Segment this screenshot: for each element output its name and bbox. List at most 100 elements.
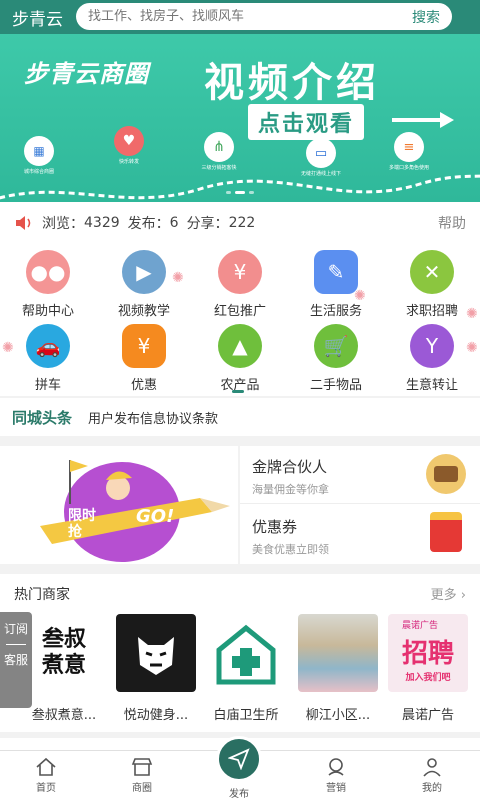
merchant-name: 白庙卫生所 (213, 708, 279, 723)
search-box[interactable]: 搜索 (76, 3, 452, 30)
shares-count: 222 (228, 215, 256, 231)
chat-icon: ●● (26, 250, 70, 294)
posts-label: 发布： (127, 216, 170, 232)
merchant-card[interactable]: 晨诺广告 招聘 加入我们吧 晨诺广告 (388, 614, 468, 723)
merchant-thumb-photo (298, 614, 378, 692)
banner-node: ⋔ 三级分销拓客快 (194, 132, 244, 171)
flash-sale-illustration (40, 460, 230, 562)
headline-tag: 同城头条 (12, 408, 73, 427)
marketing-icon (328, 758, 344, 776)
tab-mine[interactable]: 我的 (402, 751, 462, 794)
clinic-logo-icon (216, 624, 276, 685)
banner-node: ▭ 无缝打通线上线下 (296, 138, 346, 177)
grid-item-life-service[interactable]: ✎ 生活服务 (288, 250, 384, 319)
broom-icon: ✎ (314, 250, 358, 294)
merchant-card[interactable]: 叁叔煮意 叁叔煮意... (24, 614, 104, 723)
server-icon: ≡ (394, 132, 424, 162)
help-link[interactable]: 帮助 (438, 213, 466, 233)
network-icon: ⋔ (204, 132, 234, 162)
ticket-icon: ¥ (122, 324, 166, 368)
merchant-thumb: 叁叔煮意 (24, 614, 104, 692)
app-title: 步青云 (12, 9, 63, 30)
banner-node: ≡ 多端口多角色使用 (384, 132, 434, 171)
merchants-title: 热门商家 (14, 587, 70, 603)
merchant-name: 柳江小区... (305, 708, 371, 723)
shares-label: 分享： (186, 216, 229, 232)
grid-item-business-transfer[interactable]: Y 生意转让 (384, 324, 480, 393)
grid-item-carpool[interactable]: 🚗 拼车 (0, 324, 96, 393)
flash-sale-banner[interactable]: 限时抢 GO! (0, 446, 238, 564)
merchant-thumb (116, 614, 196, 692)
tab-marketing[interactable]: 营销 (306, 751, 366, 794)
coupon-card[interactable]: 优惠券 美食优惠立即领 (240, 506, 480, 564)
merchant-thumb (206, 614, 286, 692)
carousel-dot[interactable] (226, 191, 231, 194)
carousel-dot-active[interactable] (235, 191, 245, 194)
merchant-name: 悦动健身... (123, 708, 189, 723)
promo-right: 金牌合伙人 海量佣金等你拿 优惠券 美食优惠立即领 (240, 446, 480, 564)
tab-publish-label[interactable]: 发布 (209, 785, 269, 800)
merchant-thumb: 晨诺广告 招聘 加入我们吧 (388, 614, 468, 692)
carousel-dot[interactable] (249, 191, 254, 194)
headline-text[interactable]: 用户发布信息协议条款 (88, 408, 218, 427)
monitor-icon: ▭ (306, 138, 336, 168)
search-input[interactable] (88, 9, 412, 24)
video-banner[interactable]: 步青云商圈 视频介绍 点击观看 ▦ 城市综合商圈 ♥ 快乐转发 ⋔ 三级分销拓客快 ▭… (0, 34, 480, 202)
banner-node: ♥ 快乐转发 (104, 126, 154, 165)
search-button[interactable]: 搜索 (412, 7, 440, 27)
category-grid: ●● 帮助中心 ▶ 视频教学 ¥ 红包推广 ✎ 生活服务 ✕ 求职招聘 🚗 拼车 ¥ 优惠 ▲… (0, 244, 480, 396)
home-icon (36, 757, 56, 776)
merchant-name: 叁叔煮意... (31, 708, 97, 723)
banner-brand: 步青云商圈 (24, 60, 149, 88)
subscribe-button[interactable]: 订阅 (0, 622, 32, 636)
views-label: 浏览： (42, 216, 84, 232)
grid-item-farm-products[interactable]: ▲ 农产品 (192, 324, 288, 393)
tiger-logo-icon (138, 637, 174, 675)
tab-home[interactable]: 首页 (16, 751, 76, 794)
publish-button[interactable] (216, 736, 262, 782)
grid-item-second-hand[interactable]: 🛒 二手物品 (288, 324, 384, 393)
views-count: 4329 (84, 215, 120, 231)
divider (238, 446, 240, 564)
banner-headline: 视频介绍 (204, 60, 380, 106)
grid-item-red-packet[interactable]: ¥ 红包推广 (192, 250, 288, 319)
posts-count: 6 (169, 215, 179, 231)
flash-sale-badge: 限时抢 (68, 508, 96, 540)
sparkle-icon: ✺ (354, 288, 366, 304)
user-icon (423, 758, 441, 777)
sparkle-icon: ✺ (466, 340, 478, 356)
hot-merchants: 热门商家 更多 › 叁叔煮意 叁叔煮意... 悦动健身... 白庙卫生所 柳江小… (0, 574, 480, 732)
sparkle-icon: ✺ (2, 340, 14, 356)
tv-icon: ▶ (122, 250, 166, 294)
arrow-right-icon (392, 112, 454, 128)
grid-page-indicator (232, 390, 244, 393)
tab-business-circle[interactable]: 商圈 (112, 751, 172, 794)
heart-hand-icon: ♥ (114, 126, 144, 156)
carousel-dots (226, 191, 254, 194)
merchant-name: 晨诺广告 (401, 708, 454, 723)
merchant-card[interactable]: 柳江小区... (298, 614, 378, 723)
card-icon: ¥ (218, 250, 262, 294)
stats-bar: 浏览： 4329 发布： 6 分享： 222 帮助 (0, 202, 480, 244)
floating-side-tab: 订阅 客服 (0, 612, 32, 708)
banner-node: ▦ 城市综合商圈 (14, 136, 64, 175)
mountain-icon: ▲ (218, 324, 262, 368)
cocktail-icon: Y (410, 324, 454, 368)
grid-item-discount[interactable]: ¥ 优惠 (96, 324, 192, 393)
grid-item-help-center[interactable]: ●● 帮助中心 (0, 250, 96, 319)
partner-card[interactable]: 金牌合伙人 海量佣金等你拿 (240, 446, 480, 504)
divider (6, 644, 26, 645)
city-headline[interactable]: 同城头条 用户发布信息协议条款 (0, 398, 480, 436)
shop-icon (131, 758, 153, 776)
merchants-more-link[interactable]: 更多 › (431, 584, 466, 603)
car-icon: 🚗 (26, 324, 70, 368)
merchant-card[interactable]: 白庙卫生所 (206, 614, 286, 723)
red-packet-icon (430, 512, 462, 552)
merchant-card[interactable]: 悦动健身... (116, 614, 196, 723)
tools-icon: ✕ (410, 250, 454, 294)
customer-service-button[interactable]: 客服 (0, 653, 32, 667)
building-icon: ▦ (24, 136, 54, 166)
sparkle-icon: ✺ (466, 306, 478, 322)
flash-sale-go: GO! (136, 506, 175, 527)
send-icon (228, 748, 250, 770)
